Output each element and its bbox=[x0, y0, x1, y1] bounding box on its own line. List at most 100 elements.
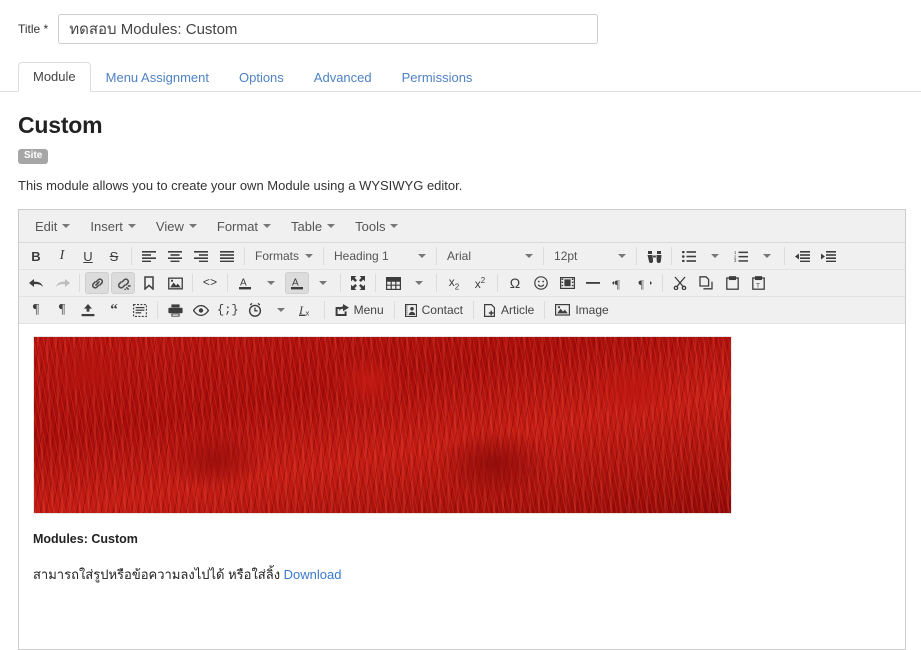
text-highlight-icon[interactable]: A bbox=[285, 272, 309, 294]
module-edit-page: Title * Module Menu Assignment Options A… bbox=[0, 0, 921, 650]
module-header: Custom Site This module allows you to cr… bbox=[0, 92, 921, 193]
special-character-icon[interactable]: Ω bbox=[503, 272, 527, 294]
numbered-list-icon[interactable]: 123 bbox=[729, 245, 753, 267]
chevron-down-icon bbox=[276, 308, 285, 312]
outdent-icon[interactable] bbox=[790, 245, 814, 267]
content-paragraph: สามารถใส่รูปหรือข้อความลงไปได้ หรือใส่ลิ… bbox=[33, 564, 891, 585]
insert-image-button[interactable]: Image bbox=[549, 299, 614, 321]
pilcrow-icon[interactable]: ¶ bbox=[50, 299, 74, 321]
remove-format-icon[interactable]: Ix bbox=[295, 299, 319, 321]
menu-edit[interactable]: Edit bbox=[25, 215, 80, 238]
chevron-down-icon bbox=[263, 224, 272, 228]
horizontal-rule-icon[interactable] bbox=[581, 272, 605, 294]
menu-format[interactable]: Format bbox=[207, 215, 281, 238]
table-icon[interactable] bbox=[381, 272, 405, 294]
toolbar-divider bbox=[436, 247, 438, 265]
font-size-dropdown[interactable]: 12pt bbox=[548, 245, 632, 267]
code-sample-icon[interactable]: {;} bbox=[215, 299, 241, 321]
align-center-icon[interactable] bbox=[163, 245, 187, 267]
font-family-dropdown[interactable]: Arial bbox=[441, 245, 539, 267]
indent-icon[interactable] bbox=[816, 245, 840, 267]
svg-text:¶: ¶ bbox=[615, 277, 621, 290]
underline-button[interactable]: U bbox=[76, 245, 100, 267]
editor-content-area[interactable]: Modules: Custom สามารถใส่รูปหรือข้อความล… bbox=[19, 324, 905, 649]
share-arrow-icon bbox=[335, 304, 349, 316]
content-paragraph-text: สามารถใส่รูปหรือข้อความลงไปได้ หรือใส่ลิ… bbox=[33, 567, 284, 582]
toolbar-divider bbox=[375, 274, 376, 292]
source-code-icon[interactable]: <> bbox=[198, 272, 222, 294]
clock-dropdown[interactable] bbox=[269, 299, 293, 321]
title-input[interactable] bbox=[58, 14, 599, 44]
strikethrough-button[interactable]: S bbox=[102, 245, 126, 267]
tab-advanced[interactable]: Advanced bbox=[299, 63, 387, 92]
print-icon[interactable] bbox=[163, 299, 187, 321]
toolbar-divider bbox=[436, 274, 437, 292]
bulleted-list-dropdown[interactable] bbox=[703, 245, 727, 267]
svg-text:T: T bbox=[756, 283, 760, 290]
ltr-icon[interactable]: ¶ bbox=[607, 272, 631, 294]
anchor-bookmark-icon[interactable] bbox=[137, 272, 161, 294]
paste-icon[interactable] bbox=[720, 272, 744, 294]
scissors-icon[interactable] bbox=[668, 272, 692, 294]
insert-contact-button[interactable]: Contact bbox=[399, 299, 469, 321]
copy-icon[interactable] bbox=[694, 272, 718, 294]
binoculars-icon[interactable] bbox=[642, 245, 666, 267]
toolbar-divider bbox=[473, 301, 474, 319]
emoticon-icon[interactable] bbox=[529, 272, 553, 294]
text-color-icon[interactable]: A bbox=[233, 272, 257, 294]
eye-preview-icon[interactable] bbox=[189, 299, 213, 321]
block-format-dropdown[interactable]: Heading 1 bbox=[328, 245, 432, 267]
menu-format-label: Format bbox=[216, 218, 259, 234]
formats-dropdown[interactable]: Formats bbox=[249, 245, 319, 267]
tab-permissions[interactable]: Permissions bbox=[387, 63, 488, 92]
toolbar-divider bbox=[671, 247, 673, 265]
contact-card-icon bbox=[404, 303, 417, 317]
menu-view[interactable]: View bbox=[146, 215, 207, 238]
upload-icon[interactable] bbox=[76, 299, 100, 321]
italic-button[interactable]: I bbox=[50, 245, 74, 267]
align-right-icon[interactable] bbox=[189, 245, 213, 267]
chevron-down-icon bbox=[62, 224, 71, 228]
download-link[interactable]: Download bbox=[284, 567, 342, 582]
bold-button[interactable]: B bbox=[24, 245, 48, 267]
tab-menu-assignment[interactable]: Menu Assignment bbox=[91, 63, 224, 92]
media-icon[interactable] bbox=[555, 272, 579, 294]
clock-icon[interactable] bbox=[243, 299, 267, 321]
chevron-down-icon bbox=[415, 281, 423, 285]
superscript-icon[interactable]: x2 bbox=[468, 272, 492, 294]
redo-icon[interactable] bbox=[50, 272, 74, 294]
menu-tools[interactable]: Tools bbox=[345, 215, 408, 238]
toolbar-divider bbox=[157, 301, 158, 319]
chevron-down-icon bbox=[188, 224, 197, 228]
subscript-icon[interactable]: x2 bbox=[442, 272, 466, 294]
link-icon[interactable] bbox=[85, 272, 109, 294]
paste-text-icon[interactable]: T bbox=[746, 272, 770, 294]
blockquote-icon[interactable]: “ bbox=[102, 299, 126, 321]
table-dropdown[interactable] bbox=[407, 272, 431, 294]
insert-article-button[interactable]: Article bbox=[478, 299, 540, 321]
title-label: Title * bbox=[18, 22, 49, 36]
menu-tools-label: Tools bbox=[355, 218, 386, 234]
menu-table[interactable]: Table bbox=[281, 215, 345, 238]
tab-options[interactable]: Options bbox=[224, 63, 299, 92]
menu-insert[interactable]: Insert bbox=[80, 215, 146, 238]
editor-toolbar-row-2: <> A A x2 x2 Ω ¶ ¶ T bbox=[19, 270, 905, 297]
bulleted-list-icon[interactable] bbox=[677, 245, 701, 267]
numbered-list-dropdown[interactable] bbox=[755, 245, 779, 267]
content-image[interactable] bbox=[33, 336, 732, 514]
visual-blocks-icon[interactable] bbox=[128, 299, 152, 321]
paragraph-mark-icon[interactable]: ¶ bbox=[24, 299, 48, 321]
undo-icon[interactable] bbox=[24, 272, 48, 294]
tab-module[interactable]: Module bbox=[18, 62, 91, 92]
rtl-icon[interactable]: ¶ bbox=[633, 272, 657, 294]
menu-edit-label: Edit bbox=[35, 218, 58, 234]
text-highlight-dropdown[interactable] bbox=[311, 272, 335, 294]
text-color-dropdown[interactable] bbox=[259, 272, 283, 294]
fullscreen-icon[interactable] bbox=[346, 272, 370, 294]
unlink-icon[interactable] bbox=[111, 272, 135, 294]
insert-menu-button[interactable]: Menu bbox=[329, 299, 390, 321]
image-icon[interactable] bbox=[163, 272, 187, 294]
align-justify-icon[interactable] bbox=[215, 245, 239, 267]
align-left-icon[interactable] bbox=[137, 245, 161, 267]
chevron-down-icon bbox=[525, 254, 534, 258]
